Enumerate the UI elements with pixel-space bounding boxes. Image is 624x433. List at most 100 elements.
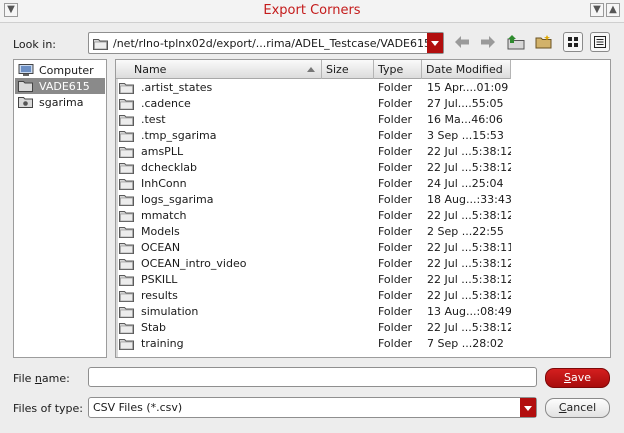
folder-icon xyxy=(119,274,134,286)
look-in-combo[interactable]: /net/rlno-tplnx02d/export/...rima/ADEL_T… xyxy=(88,32,444,54)
chevron-down-icon[interactable] xyxy=(520,398,536,417)
table-row[interactable]: InhConn Folder 24 Jul ...25:04 xyxy=(116,176,511,192)
sidebar-item-sgarima[interactable]: sgarima xyxy=(15,94,105,110)
file-date-cell: 22 Jul ...5:38:12 xyxy=(427,161,511,174)
back-arrow-icon xyxy=(455,36,469,48)
file-type-cell: Folder xyxy=(378,321,412,334)
back-button[interactable] xyxy=(452,32,472,52)
forward-button[interactable] xyxy=(478,32,498,52)
file-date-cell: 15 Apr....01:09 xyxy=(427,81,509,94)
column-header-type[interactable]: Type xyxy=(374,60,422,79)
file-type-cell: Folder xyxy=(378,241,412,254)
file-name-cell: simulation xyxy=(141,305,199,318)
file-date-cell: 22 Jul ...5:38:12 xyxy=(427,321,511,334)
file-type-select[interactable]: CSV Files (*.csv) xyxy=(88,397,537,418)
look-in-path: /net/rlno-tplnx02d/export/...rima/ADEL_T… xyxy=(113,37,431,50)
table-row[interactable]: results Folder 22 Jul ...5:38:12 xyxy=(116,288,511,304)
file-type-cell: Folder xyxy=(378,97,412,110)
detail-view-icon xyxy=(594,36,606,48)
file-date-cell: 7 Sep ...28:02 xyxy=(427,337,504,350)
sort-ascending-icon xyxy=(307,67,315,72)
file-name-cell: .artist_states xyxy=(141,81,213,94)
file-name-cell: .tmp_sgarima xyxy=(141,129,217,142)
file-date-cell: 22 Jul ...5:38:12 xyxy=(427,209,511,222)
window-title: Export Corners xyxy=(263,3,361,18)
file-name-cell: dchecklab xyxy=(141,161,197,174)
sidebar-item-label: Computer xyxy=(39,63,94,77)
new-folder-button[interactable] xyxy=(534,32,554,52)
parent-directory-button[interactable] xyxy=(506,32,526,52)
file-date-cell: 18 Aug...:33:43 xyxy=(427,193,511,206)
file-date-cell: 22 Jul ...5:38:12 xyxy=(427,257,511,270)
file-name-cell: amsPLL xyxy=(141,145,184,158)
table-row[interactable]: .tmp_sgarima Folder 3 Sep ...15:53 xyxy=(116,128,511,144)
list-view-icon xyxy=(568,37,578,47)
file-name-cell: OCEAN_intro_video xyxy=(141,257,247,270)
file-type-cell: Folder xyxy=(378,289,412,302)
file-type-cell: Folder xyxy=(378,273,412,286)
file-type-cell: Folder xyxy=(378,81,412,94)
file-date-cell: 22 Jul ...5:38:12 xyxy=(427,273,511,286)
list-view-button[interactable] xyxy=(563,32,583,52)
file-type-cell: Folder xyxy=(378,145,412,158)
folder-icon xyxy=(119,210,134,222)
file-type-cell: Folder xyxy=(378,305,412,318)
file-name-cell: .cadence xyxy=(141,97,191,110)
table-row[interactable]: .artist_states Folder 15 Apr....01:09 xyxy=(116,80,511,96)
table-row[interactable]: mmatch Folder 22 Jul ...5:38:12 xyxy=(116,208,511,224)
detail-view-button[interactable] xyxy=(590,32,610,52)
table-row[interactable]: dchecklab Folder 22 Jul ...5:38:12 xyxy=(116,160,511,176)
forward-arrow-icon xyxy=(481,36,495,48)
folder-icon xyxy=(119,322,134,334)
folder-icon xyxy=(119,114,134,126)
home-folder-icon xyxy=(18,96,34,109)
folder-icon xyxy=(119,82,134,94)
file-type-cell: Folder xyxy=(378,129,412,142)
table-row[interactable]: training Folder 7 Sep ...28:02 xyxy=(116,336,511,352)
cancel-button[interactable]: Cancel xyxy=(545,398,610,418)
file-name-cell: mmatch xyxy=(141,209,187,222)
column-header-date-modified[interactable]: Date Modified xyxy=(422,60,511,79)
folder-icon xyxy=(119,194,134,206)
table-row[interactable]: .test Folder 16 Ma...46:06 xyxy=(116,112,511,128)
table-row[interactable]: simulation Folder 13 Aug...:08:49 xyxy=(116,304,511,320)
table-row[interactable]: Stab Folder 22 Jul ...5:38:12 xyxy=(116,320,511,336)
save-button[interactable]: Save xyxy=(545,368,610,388)
table-row[interactable]: OCEAN Folder 22 Jul ...5:38:11 xyxy=(116,240,511,256)
folder-icon xyxy=(119,130,134,142)
window-menu-button[interactable]: ▼ xyxy=(4,3,18,17)
table-row[interactable]: Models Folder 2 Sep ...22:55 xyxy=(116,224,511,240)
folder-icon xyxy=(119,258,134,270)
table-row[interactable]: amsPLL Folder 22 Jul ...5:38:12 xyxy=(116,144,511,160)
new-folder-icon xyxy=(535,35,552,49)
table-row[interactable]: .cadence Folder 27 Jul....55:05 xyxy=(116,96,511,112)
file-date-cell: 2 Sep ...22:55 xyxy=(427,225,504,238)
folder-icon xyxy=(119,178,134,190)
file-name-cell: Stab xyxy=(141,321,167,334)
table-row[interactable]: logs_sgarima Folder 18 Aug...:33:43 xyxy=(116,192,511,208)
file-type-cell: Folder xyxy=(378,193,412,206)
file-type-cell: Folder xyxy=(378,225,412,238)
file-name-label: File name: xyxy=(13,372,70,385)
column-header-size[interactable]: Size xyxy=(322,60,374,79)
sidebar-item-computer[interactable]: Computer xyxy=(15,62,105,78)
folder-icon xyxy=(119,162,134,174)
column-header-name[interactable]: Name xyxy=(116,60,322,79)
table-row[interactable]: PSKILL Folder 22 Jul ...5:38:12 xyxy=(116,272,511,288)
chevron-down-icon[interactable] xyxy=(427,33,443,53)
file-list-header: Name Size Type Date Modified xyxy=(116,60,511,79)
file-type-cell: Folder xyxy=(378,113,412,126)
file-list[interactable]: Name Size Type Date Modified .artist_sta… xyxy=(115,59,611,358)
table-row[interactable]: OCEAN_intro_video Folder 22 Jul ...5:38:12 xyxy=(116,256,511,272)
file-name-input[interactable] xyxy=(88,367,537,387)
sidebar-item-vade615[interactable]: VADE615 xyxy=(15,78,105,94)
minimize-button[interactable]: ▼ xyxy=(590,3,604,17)
folder-icon xyxy=(119,242,134,254)
file-type-cell: Folder xyxy=(378,177,412,190)
file-date-cell: 22 Jul ...5:38:12 xyxy=(427,145,511,158)
file-type-cell: Folder xyxy=(378,337,412,350)
folder-icon xyxy=(18,80,34,93)
sidebar-item-label: sgarima xyxy=(39,95,84,109)
folder-icon xyxy=(119,290,134,302)
maximize-button[interactable]: ▲ xyxy=(606,3,620,17)
